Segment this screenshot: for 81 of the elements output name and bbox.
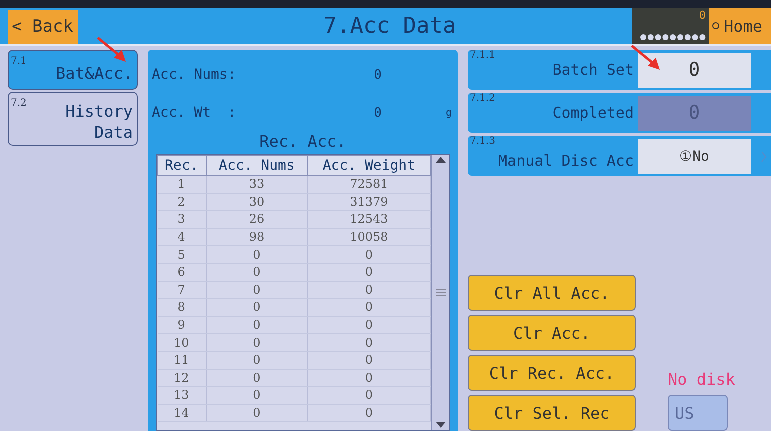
table-cell: 72581 (308, 176, 431, 194)
table-cell: 2 (158, 193, 206, 211)
column-header: Rec. (158, 156, 206, 176)
summary-value: 0 (373, 106, 382, 120)
table-cell: 0 (308, 263, 431, 282)
table-cell: 0 (206, 316, 308, 334)
table-cell: 0 (308, 386, 431, 404)
clear-button[interactable]: Clr Acc. (468, 315, 636, 351)
table-cell: 0 (206, 263, 308, 282)
summary-value: 0 (373, 68, 382, 82)
summary-label: Acc. Nums: (152, 67, 238, 83)
table-cell: 5 (158, 246, 206, 264)
side-tab[interactable]: 7.1 Bat&Acc. (8, 50, 138, 90)
table-cell: 0 (206, 246, 308, 264)
select-field[interactable]: ①No (638, 138, 751, 174)
table-cell: 9 (158, 316, 206, 334)
table-cell: 0 (308, 281, 431, 299)
table-cell: 0 (206, 298, 308, 316)
table-cell: 0 (308, 298, 431, 316)
dots-icon (640, 34, 706, 41)
scrollbar[interactable] (431, 155, 449, 430)
disk-status: No disk (668, 370, 736, 389)
value-field: 0 (638, 96, 751, 130)
home-button[interactable]: Home (709, 8, 771, 44)
table-cell: 0 (308, 369, 431, 387)
column-header: Acc. Weight (308, 156, 431, 176)
back-button[interactable]: < Back (8, 10, 78, 44)
table-cell: 33 (206, 176, 308, 194)
table-cell: 0 (308, 404, 431, 422)
table-cell: 0 (206, 281, 308, 299)
table-cell: 0 (206, 404, 308, 422)
summary-label: Acc. Wt : (152, 105, 238, 121)
table-cell: 6 (158, 263, 206, 282)
table-cell: 30 (206, 193, 308, 211)
table-cell: 0 (308, 246, 431, 264)
clear-button[interactable]: Clr All Acc. (468, 275, 636, 311)
table-cell: 0 (308, 351, 431, 370)
table-cell: 12 (158, 369, 206, 387)
column-header: Acc. Nums (206, 156, 308, 176)
circle-icon (712, 22, 720, 30)
table-cell: 1 (158, 176, 206, 194)
table-cell: 0 (206, 334, 308, 352)
table-cell: 11 (158, 351, 206, 370)
setting-label: Manual Disc Acc (498, 152, 634, 172)
setting-number: 7.1.1 (470, 50, 496, 61)
table-cell: 31379 (308, 193, 431, 211)
setting-label: Completed (552, 104, 634, 122)
side-tab[interactable]: 7.2 History Data (8, 92, 138, 146)
table-cell: 10058 (308, 228, 431, 246)
table-cell: 4 (158, 228, 206, 246)
table-cell: 0 (308, 334, 431, 352)
value-field[interactable]: 0 (638, 52, 751, 88)
tab-number: 7.1 (11, 55, 27, 69)
table-cell: 0 (308, 316, 431, 334)
clear-button[interactable]: Clr Sel. Rec (468, 395, 636, 431)
table-cell: 0 (206, 351, 308, 370)
table-cell: 3 (158, 210, 206, 228)
table-cell: 0 (206, 369, 308, 387)
grip-icon (436, 288, 446, 296)
scroll-up-icon[interactable] (434, 155, 447, 165)
clear-button[interactable]: Clr Rec. Acc. (468, 355, 636, 391)
table-cell: 13 (158, 386, 206, 404)
screen-title: 7.Acc Data (322, 14, 458, 38)
unit-label: g (446, 108, 452, 118)
table-cell: 0 (206, 386, 308, 404)
setting-number: 7.1.3 (470, 136, 496, 147)
table-cell: 98 (206, 228, 308, 246)
annotation-arrow-icon (96, 36, 128, 64)
table-cell: 12543 (308, 210, 431, 228)
table-cell: 14 (158, 404, 206, 422)
table-title: Rec. Acc. (258, 132, 348, 153)
counter-value: 0 (699, 10, 706, 21)
chevron-icon (761, 151, 767, 163)
tab-number: 7.2 (11, 97, 27, 111)
scroll-down-icon[interactable] (434, 420, 447, 430)
setting-label: Batch Set (552, 61, 634, 79)
table-cell: 26 (206, 210, 308, 228)
setting-number: 7.1.2 (470, 93, 496, 104)
table-cell: 10 (158, 334, 206, 352)
table-cell: 8 (158, 298, 206, 316)
table-cell: 7 (158, 281, 206, 299)
